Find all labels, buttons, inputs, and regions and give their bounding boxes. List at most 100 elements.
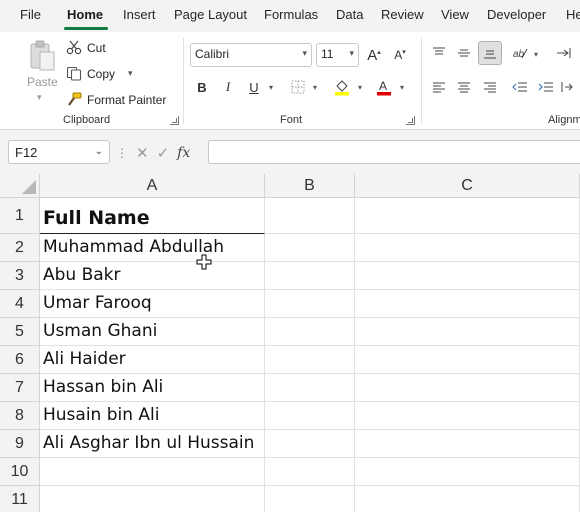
- cell-c3[interactable]: [355, 262, 580, 290]
- cell-c8[interactable]: [355, 402, 580, 430]
- increase-indent-icon[interactable]: [534, 75, 558, 99]
- cell-c1[interactable]: [355, 198, 580, 234]
- font-name-select[interactable]: Calibri ▾: [190, 43, 312, 67]
- row-header-5[interactable]: 5: [0, 318, 40, 346]
- cell-a1[interactable]: Full Name: [40, 198, 265, 234]
- align-bottom-icon[interactable]: [478, 41, 502, 65]
- cell-a8[interactable]: Husain bin Ali: [40, 402, 265, 430]
- row-header-4[interactable]: 4: [0, 290, 40, 318]
- wrap-text-icon[interactable]: [552, 41, 576, 65]
- cell-c11[interactable]: [355, 486, 580, 512]
- orientation-chevron-down-icon[interactable]: ▾: [534, 50, 538, 59]
- cell-b2[interactable]: [265, 234, 355, 262]
- tab-page-layout[interactable]: Page Layout: [174, 7, 247, 22]
- row-header-2[interactable]: 2: [0, 234, 40, 262]
- merge-center-icon[interactable]: [556, 75, 580, 99]
- row-header-8[interactable]: 8: [0, 402, 40, 430]
- cell-b7[interactable]: [265, 374, 355, 402]
- tab-view[interactable]: View: [441, 7, 469, 22]
- underline-chevron-down-icon[interactable]: ▾: [269, 83, 273, 92]
- column-header-c[interactable]: C: [355, 174, 580, 198]
- fill-color-chevron-down-icon[interactable]: ▾: [358, 83, 362, 92]
- tab-home[interactable]: Home: [67, 7, 103, 22]
- font-color-icon[interactable]: A: [372, 75, 396, 99]
- borders-chevron-down-icon[interactable]: ▾: [313, 83, 317, 92]
- cell-b11[interactable]: [265, 486, 355, 512]
- format-painter-button[interactable]: Format Painter: [66, 92, 166, 107]
- row-header-6[interactable]: 6: [0, 346, 40, 374]
- cell-a9[interactable]: Ali Asghar Ibn ul Hussain: [40, 430, 265, 458]
- cell-b4[interactable]: [265, 290, 355, 318]
- row-header-11[interactable]: 11: [0, 486, 40, 512]
- cut-button[interactable]: Cut: [66, 40, 106, 55]
- tab-formulas[interactable]: Formulas: [264, 7, 318, 22]
- cell-c6[interactable]: [355, 346, 580, 374]
- align-left-icon[interactable]: [427, 75, 451, 99]
- tab-insert[interactable]: Insert: [123, 7, 156, 22]
- insert-function-icon[interactable]: fx: [177, 145, 190, 161]
- cell-c2[interactable]: [355, 234, 580, 262]
- align-right-icon[interactable]: [478, 75, 502, 99]
- align-top-icon[interactable]: [427, 41, 451, 65]
- cell-a3[interactable]: Abu Bakr: [40, 262, 265, 290]
- cell-a6[interactable]: Ali Haider: [40, 346, 265, 374]
- cell-b9[interactable]: [265, 430, 355, 458]
- cell-a10[interactable]: [40, 458, 265, 486]
- copy-chevron-down-icon[interactable]: ▾: [128, 68, 133, 79]
- copy-button[interactable]: Copy ▾: [66, 66, 133, 81]
- tab-file[interactable]: File: [20, 7, 41, 22]
- paste-chevron-down-icon[interactable]: ▾: [37, 92, 42, 103]
- column-header-a[interactable]: A: [40, 174, 265, 198]
- cell-b10[interactable]: [265, 458, 355, 486]
- orientation-icon[interactable]: ab: [508, 41, 532, 65]
- decrease-font-size-icon[interactable]: A▾: [388, 43, 412, 67]
- cell-b8[interactable]: [265, 402, 355, 430]
- row-header-7[interactable]: 7: [0, 374, 40, 402]
- cell-b1[interactable]: [265, 198, 355, 234]
- row-header-3[interactable]: 3: [0, 262, 40, 290]
- italic-button[interactable]: I: [216, 75, 240, 99]
- cell-a2[interactable]: Muhammad Abdullah: [40, 234, 265, 262]
- tab-developer[interactable]: Developer: [487, 7, 546, 22]
- decrease-indent-icon[interactable]: [508, 75, 532, 99]
- borders-icon[interactable]: [286, 75, 310, 99]
- font-launcher-icon[interactable]: [406, 116, 415, 125]
- cell-a5[interactable]: Usman Ghani: [40, 318, 265, 346]
- cell-b6[interactable]: [265, 346, 355, 374]
- cancel-icon[interactable]: ✕: [136, 144, 149, 162]
- tab-review[interactable]: Review: [381, 7, 424, 22]
- cell-c7[interactable]: [355, 374, 580, 402]
- cell-a4[interactable]: Umar Farooq: [40, 290, 265, 318]
- select-all-button[interactable]: [0, 174, 40, 198]
- cell-c9[interactable]: [355, 430, 580, 458]
- fill-color-icon[interactable]: [330, 75, 354, 99]
- paste-icon[interactable]: [28, 40, 56, 72]
- name-box[interactable]: F12 ⌄: [8, 140, 110, 164]
- enter-checkmark-icon[interactable]: ✓: [157, 144, 170, 162]
- tab-data[interactable]: Data: [336, 7, 363, 22]
- increase-font-size-icon[interactable]: A▴: [362, 43, 386, 67]
- paste-button-label[interactable]: Paste: [27, 75, 58, 89]
- align-middle-icon[interactable]: [452, 41, 476, 65]
- align-center-icon[interactable]: [452, 75, 476, 99]
- tab-help[interactable]: He: [566, 7, 580, 22]
- underline-button[interactable]: U: [242, 75, 266, 99]
- bold-button[interactable]: B: [190, 75, 214, 99]
- clipboard-launcher-icon[interactable]: [170, 116, 179, 125]
- cell-c4[interactable]: [355, 290, 580, 318]
- cell-c10[interactable]: [355, 458, 580, 486]
- cell-a11[interactable]: [40, 486, 265, 512]
- font-color-chevron-down-icon[interactable]: ▾: [400, 83, 404, 92]
- cell-a7[interactable]: Hassan bin Ali: [40, 374, 265, 402]
- cell-b3[interactable]: [265, 262, 355, 290]
- row-header-10[interactable]: 10: [0, 458, 40, 486]
- row-header-1[interactable]: 1: [0, 198, 40, 234]
- cell-c5[interactable]: [355, 318, 580, 346]
- column-header-b[interactable]: B: [265, 174, 355, 198]
- cell-b5[interactable]: [265, 318, 355, 346]
- font-size-select[interactable]: 11 ▾: [316, 43, 359, 67]
- formula-input[interactable]: [208, 140, 580, 164]
- alignment-group-label: Alignm: [548, 114, 580, 126]
- row-header-9[interactable]: 9: [0, 430, 40, 458]
- more-options-icon: ⋮: [116, 146, 128, 160]
